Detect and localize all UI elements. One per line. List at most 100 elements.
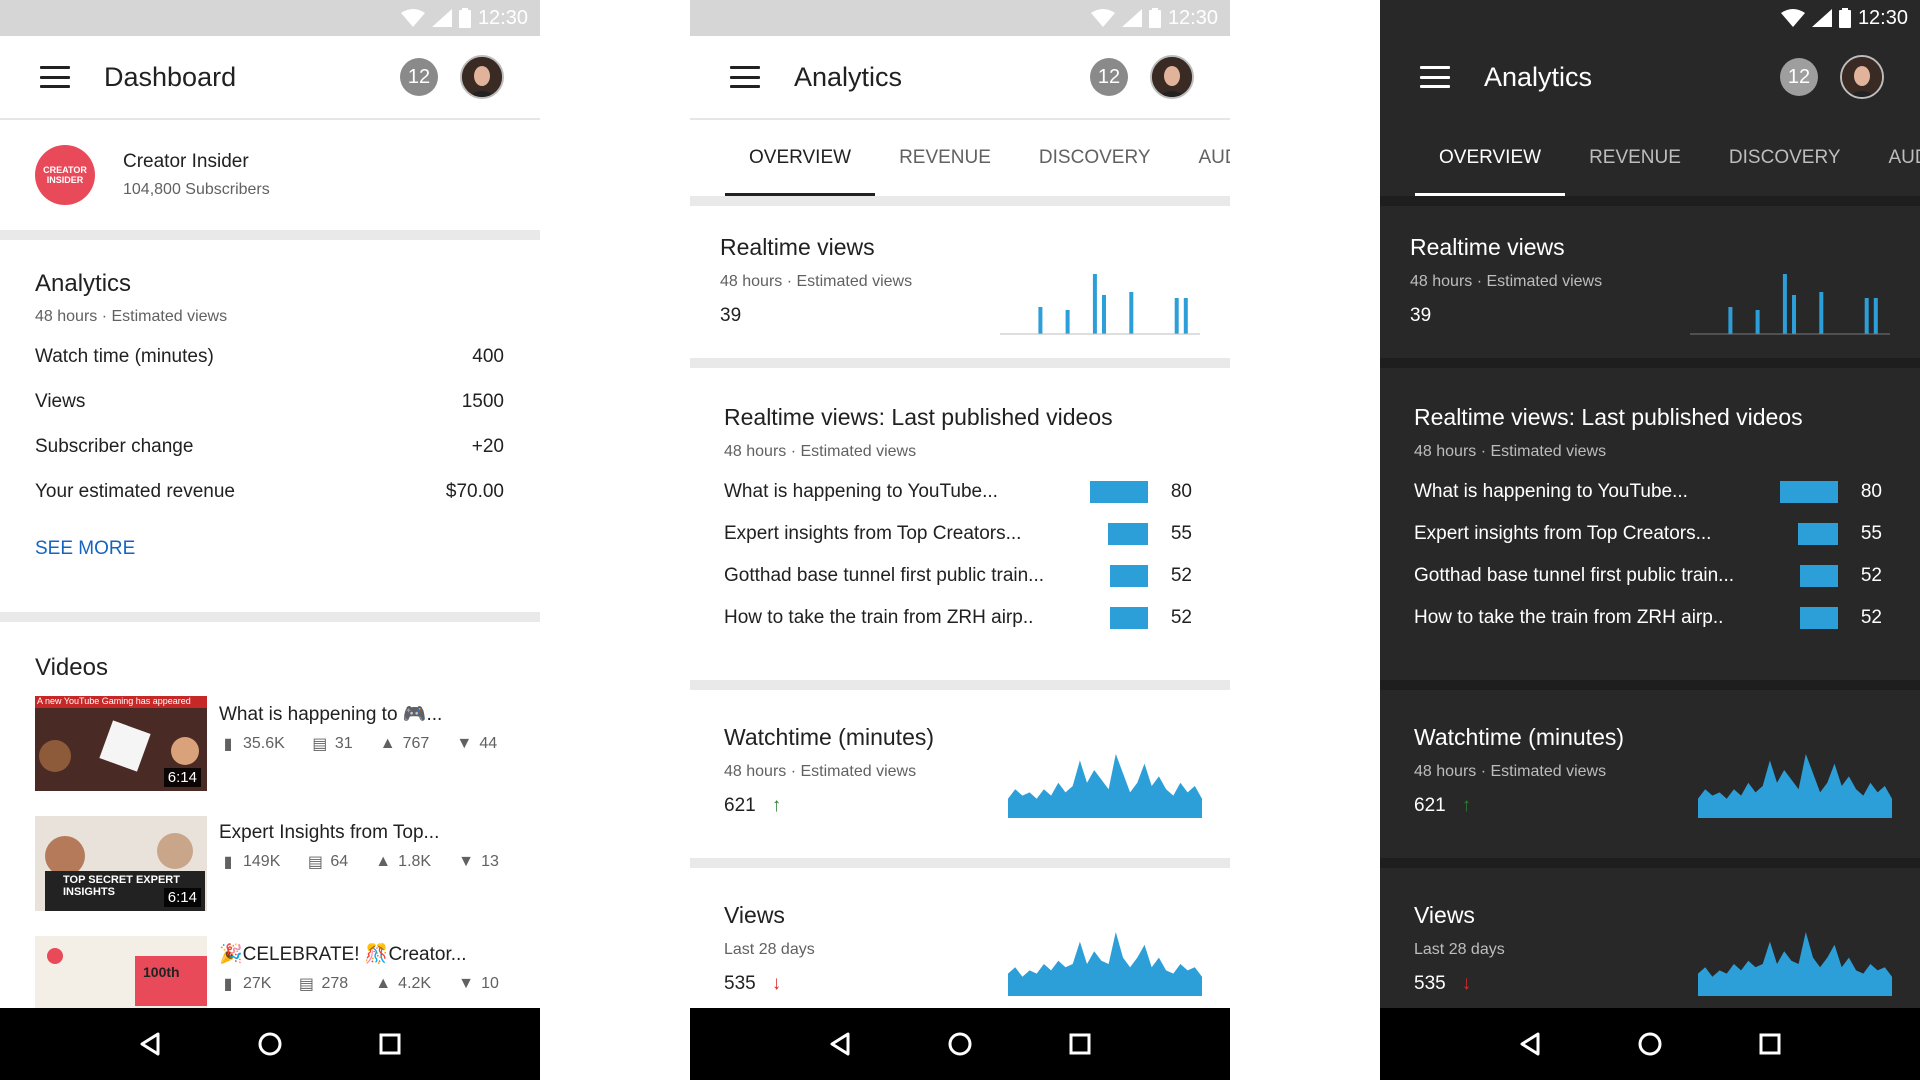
status-bar: 12:30 (1380, 0, 1920, 36)
video-views: 27K (243, 975, 272, 992)
published-video-value: 52 (1860, 607, 1882, 628)
metric-label: Watch time (minutes) (35, 345, 214, 367)
realtime-bar (1792, 295, 1796, 334)
published-video-title: How to take the train from ZRH airp.. (1414, 607, 1724, 628)
last-published-list: What is happening to YouTube... 80 Expert … (1414, 471, 1882, 639)
trend-up-icon: ↑ (1461, 795, 1472, 816)
realtime-card[interactable]: Realtime views 48 hours · Estimated view… (690, 206, 1230, 368)
analytics-screen-dark: 12:30 Analytics 12 OVERVIEW REVENUE DISC… (1380, 0, 1920, 1080)
realtime-bar (1755, 310, 1760, 334)
published-video-row[interactable]: What is happening to YouTube... 80 (1414, 471, 1882, 513)
signal-icon (1811, 9, 1832, 27)
published-video-value: 80 (1170, 481, 1192, 502)
published-video-row[interactable]: Expert insights from Top Creators... 55 (1414, 513, 1882, 555)
published-video-title: Expert insights from Top Creators... (1414, 523, 1712, 544)
avatar[interactable] (1150, 55, 1194, 99)
analytics-screen-light: 12:30 Analytics 12 OVERVIEW REVENUE DISC… (690, 0, 1230, 1080)
status-time: 12:30 (477, 6, 528, 29)
notification-badge[interactable]: 12 (1780, 58, 1818, 96)
notification-badge[interactable]: 12 (400, 58, 438, 96)
published-video-row[interactable]: Gotthad base tunnel first public train..… (724, 555, 1192, 597)
tab-discovery[interactable]: DISCOVERY (1705, 120, 1865, 196)
wifi-icon (400, 9, 425, 27)
notification-badge[interactable]: 12 (1090, 58, 1128, 96)
recents-icon[interactable] (1066, 1030, 1094, 1058)
published-video-value: 52 (1170, 565, 1192, 586)
published-video-row[interactable]: Expert insights from Top Creators... 55 (724, 513, 1192, 555)
see-more-link[interactable]: SEE MORE (35, 538, 504, 560)
watchtime-card[interactable]: Watchtime (minutes) 48 hours · Estimated… (690, 690, 1230, 868)
video-likes: 4.2K (398, 975, 432, 992)
menu-icon[interactable] (1420, 66, 1450, 88)
menu-icon[interactable] (730, 66, 760, 88)
video-comments: 64 (330, 853, 349, 870)
back-icon[interactable] (136, 1030, 164, 1058)
tab-overview[interactable]: OVERVIEW (1415, 120, 1566, 196)
watchtime-card[interactable]: Watchtime (minutes) 48 hours · Estimated… (1380, 690, 1920, 868)
realtime-bar (1728, 307, 1733, 334)
published-video-row[interactable]: How to take the train from ZRH airp.. 52 (1414, 597, 1882, 639)
battery-icon (1148, 8, 1161, 28)
tab-revenue[interactable]: REVENUE (875, 120, 1015, 196)
battery-icon (1838, 8, 1851, 28)
video-item[interactable]: TOP SECRET EXPERT INSIGHTS 6:14 Expert I… (35, 816, 504, 936)
metric-value: +20 (471, 435, 504, 457)
published-video-value: 80 (1860, 481, 1882, 502)
wifi-icon (1780, 9, 1805, 27)
realtime-bar (1038, 307, 1043, 334)
video-item[interactable]: A new YouTube Gaming has appeared 6:14 W… (35, 696, 504, 816)
app-bar: Dashboard 12 (0, 36, 540, 120)
avatar[interactable] (460, 55, 504, 99)
video-dislikes: 10 (481, 975, 499, 992)
channel-name: Creator Insider (123, 151, 249, 172)
home-icon[interactable] (946, 1030, 974, 1058)
published-video-bar (1800, 607, 1838, 629)
tab-revenue[interactable]: REVENUE (1565, 120, 1705, 196)
watchtime-area-chart (1008, 754, 1202, 818)
published-video-value: 52 (1170, 607, 1192, 628)
metric-row: Subscriber change +20 (35, 424, 504, 469)
avatar[interactable] (1840, 55, 1884, 99)
published-video-title: How to take the train from ZRH airp.. (724, 607, 1034, 628)
published-video-bar (1780, 481, 1838, 503)
tab-discovery[interactable]: DISCOVERY (1015, 120, 1175, 196)
back-icon[interactable] (826, 1030, 854, 1058)
trend-down-icon: ↓ (771, 973, 782, 994)
back-icon[interactable] (1516, 1030, 1544, 1058)
last-published-card: Realtime views: Last published videos 48… (690, 368, 1230, 690)
tab-bar: OVERVIEW REVENUE DISCOVERY AUD (690, 120, 1230, 206)
realtime-bar (1864, 298, 1869, 334)
views-value: 535 (724, 973, 756, 994)
realtime-bar (1873, 298, 1878, 334)
published-video-value: 52 (1860, 565, 1882, 586)
realtime-bar (1819, 292, 1824, 334)
app-bar: Analytics 12 (690, 36, 1230, 120)
status-bar: 12:30 (0, 0, 540, 36)
last-published-card: Realtime views: Last published videos 48… (1380, 368, 1920, 690)
comment-icon: ▤ (307, 854, 323, 871)
home-icon[interactable] (256, 1030, 284, 1058)
home-icon[interactable] (1636, 1030, 1664, 1058)
published-video-row[interactable]: Gotthad base tunnel first public train..… (1414, 555, 1882, 597)
realtime-card[interactable]: Realtime views 48 hours · Estimated view… (1380, 206, 1920, 368)
video-likes: 767 (402, 735, 430, 752)
video-title: What is happening to 🎮... (219, 704, 443, 725)
tab-audience[interactable]: AUD (1865, 120, 1920, 196)
published-video-row[interactable]: How to take the train from ZRH airp.. 52 (724, 597, 1192, 639)
published-video-bar (1110, 607, 1148, 629)
views-value: 535 (1414, 973, 1446, 994)
recents-icon[interactable] (376, 1030, 404, 1058)
channel-header[interactable]: CREATOR INSIDER Creator Insider 104,800 … (0, 120, 540, 240)
published-video-value: 55 (1860, 523, 1882, 544)
tab-bar: OVERVIEW REVENUE DISCOVERY AUD (1380, 120, 1920, 206)
tab-audience[interactable]: AUD (1175, 120, 1231, 196)
video-title: 🎉CELEBRATE! 🎊Creator... (219, 944, 467, 965)
thumbnail-caption: 100th (143, 964, 180, 980)
metric-row: Views 1500 (35, 379, 504, 424)
divider (0, 612, 540, 622)
published-video-row[interactable]: What is happening to YouTube... 80 (724, 471, 1192, 513)
status-bar: 12:30 (690, 0, 1230, 36)
tab-overview[interactable]: OVERVIEW (725, 120, 876, 196)
recents-icon[interactable] (1756, 1030, 1784, 1058)
menu-icon[interactable] (40, 66, 70, 88)
